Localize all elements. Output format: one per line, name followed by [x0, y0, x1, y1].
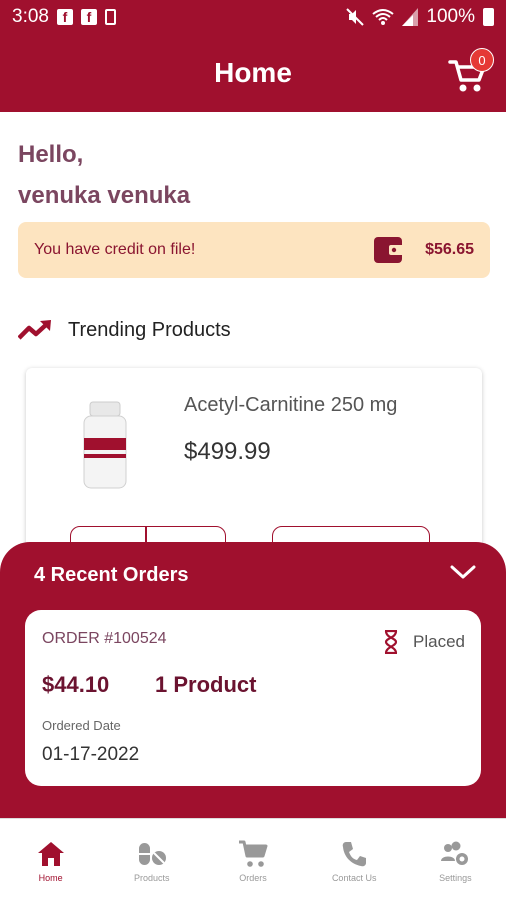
order-status: Placed: [383, 630, 465, 654]
home-icon: [37, 842, 64, 866]
trending-header: Trending Products: [18, 314, 231, 346]
hourglass-icon: [384, 630, 398, 654]
order-number: ORDER #100524: [42, 630, 167, 647]
wifi-icon: [372, 9, 395, 25]
facebook-icon: f: [80, 9, 97, 25]
cart-button[interactable]: 0: [448, 48, 494, 96]
bottom-navigation: Home Products Orders Contact Us Settings: [0, 818, 506, 900]
battery-text: 100%: [426, 6, 475, 27]
pills-icon: [138, 843, 166, 865]
trending-up-icon: [18, 320, 51, 340]
order-total: $44.10: [42, 672, 110, 697]
nav-orders-label: Orders: [239, 873, 267, 883]
product-card[interactable]: Acetyl-Carnitine 250 mg $499.99: [26, 368, 482, 568]
nav-contact-us-label: Contact Us: [331, 873, 377, 883]
nav-home-label: Home: [38, 873, 63, 883]
app-header: Home 0: [0, 34, 506, 112]
order-status-label: Placed: [413, 632, 465, 651]
status-bar: 3:08 f f 100%: [0, 0, 506, 34]
chevron-down-icon[interactable]: [450, 562, 476, 582]
nav-orders[interactable]: Orders: [202, 819, 303, 900]
phone-icon: [342, 842, 367, 867]
greeting-hello: Hello,: [18, 141, 84, 168]
nav-home[interactable]: Home: [0, 819, 101, 900]
nav-contact-us[interactable]: Contact Us: [304, 819, 405, 900]
users-gear-icon: [441, 841, 469, 865]
credit-amount: $56.65: [425, 241, 474, 258]
nav-settings[interactable]: Settings: [405, 819, 506, 900]
order-card[interactable]: ORDER #100524 Placed $44.10 1 Product Or…: [25, 610, 481, 786]
recent-orders-title: 4 Recent Orders: [34, 564, 189, 586]
wallet-icon: [374, 237, 405, 263]
order-date: 01-17-2022: [42, 744, 140, 765]
cart-count-badge: 0: [470, 48, 494, 72]
product-image: [83, 401, 127, 489]
trending-title: Trending Products: [68, 318, 231, 341]
order-date-label: Ordered Date: [42, 718, 121, 733]
sim-icon: [104, 9, 116, 25]
battery-icon: [483, 8, 494, 26]
cart-icon: [239, 840, 268, 867]
nav-products[interactable]: Products: [101, 819, 202, 900]
credit-message: You have credit on file!: [34, 241, 196, 258]
status-time: 3:08: [12, 6, 49, 27]
page-title: Home: [214, 57, 292, 88]
nav-settings-label: Settings: [439, 873, 472, 883]
product-price: $499.99: [184, 438, 271, 465]
greeting: Hello, venuka venuka: [18, 134, 190, 216]
greeting-name: venuka venuka: [18, 182, 191, 209]
mute-icon: [346, 8, 365, 26]
order-product-count: 1 Product: [155, 672, 257, 697]
nav-products-label: Products: [134, 873, 170, 883]
product-name: Acetyl-Carnitine 250 mg: [184, 394, 398, 416]
facebook-icon: f: [56, 9, 73, 25]
signal-icon: [402, 8, 419, 26]
recent-orders-sheet: 4 Recent Orders ORDER #100524 Placed $44…: [0, 542, 506, 818]
credit-banner[interactable]: You have credit on file! $56.65: [18, 222, 490, 278]
